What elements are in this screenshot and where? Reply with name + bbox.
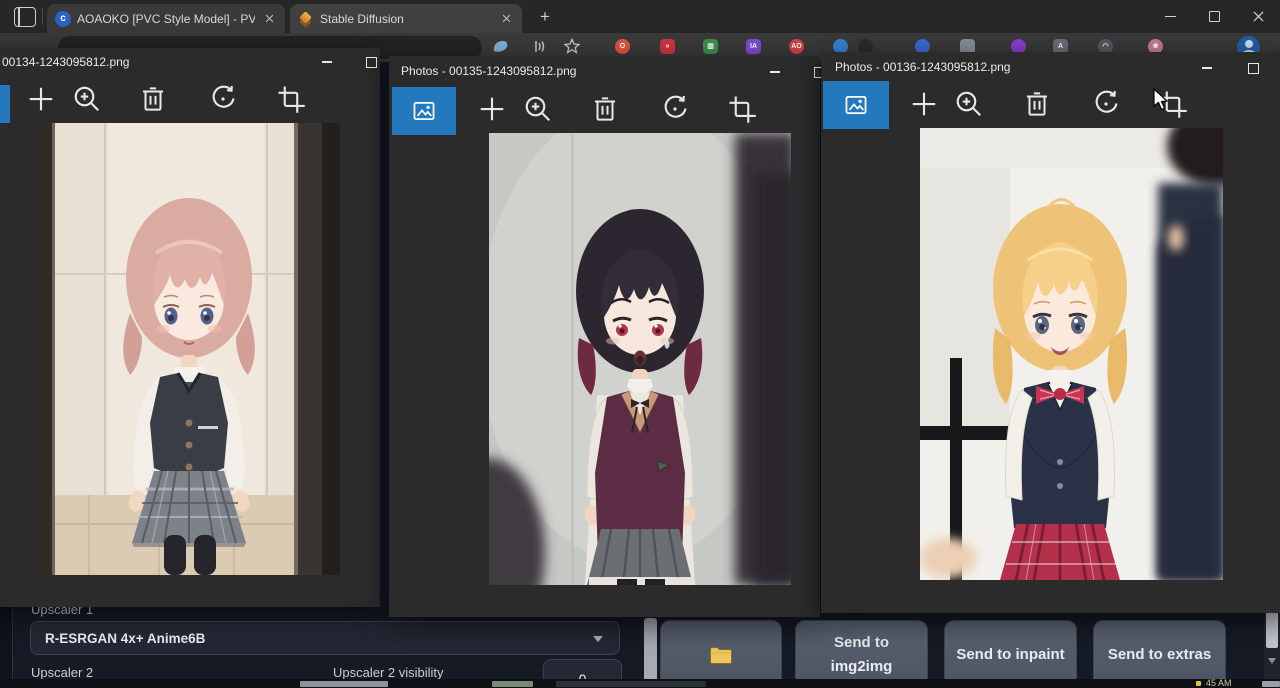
see-all-photos-button[interactable] [823, 81, 889, 129]
photos-gallery-icon [843, 92, 869, 118]
window-title: Photos - 00135-1243095812.png [401, 64, 576, 78]
upscaler2-label: Upscaler 2 [31, 665, 93, 680]
upscaler1-dropdown[interactable]: R-ESRGAN 4x+ Anime6B [30, 621, 620, 655]
delete-icon[interactable] [590, 94, 620, 124]
taskbar-notification-icon [1196, 681, 1201, 686]
tab-label: Stable Diffusion [320, 12, 492, 26]
photo-image-00135[interactable] [489, 133, 791, 585]
see-all-photos-button[interactable] [0, 85, 10, 123]
civitai-icon: c [55, 11, 71, 27]
photo-image-00136[interactable] [920, 128, 1223, 580]
taskbar-clock: 45 AM [1206, 678, 1232, 688]
screen: c AOAOKO [PVC Style Model] - PV Stable D… [0, 0, 1280, 688]
rotate-icon[interactable] [208, 84, 238, 114]
browser-close-button[interactable] [1236, 0, 1280, 33]
zoom-in-icon[interactable] [72, 84, 102, 114]
rotate-icon[interactable] [660, 94, 690, 124]
delete-icon[interactable] [1022, 89, 1052, 119]
browser-extension-icon[interactable]: IA [746, 39, 761, 54]
taskbar-app-block[interactable] [556, 681, 706, 687]
read-aloud-icon[interactable] [531, 39, 549, 54]
window-title: 00134-1243095812.png [2, 55, 129, 69]
zoom-in-icon[interactable] [954, 89, 984, 119]
photo-image-00134[interactable] [38, 123, 340, 575]
browser-tab-civitai[interactable]: c AOAOKO [PVC Style Model] - PV [47, 4, 285, 33]
browser-extension-icon[interactable]: » [660, 39, 675, 54]
tab-label: AOAOKO [PVC Style Model] - PV [77, 12, 255, 26]
crop-icon[interactable] [276, 84, 306, 114]
tab-close-icon[interactable] [261, 11, 277, 27]
tab-separator [42, 8, 43, 25]
taskbar-show-desktop[interactable] [1262, 681, 1280, 687]
delete-icon[interactable] [138, 84, 168, 114]
photos-window-00135: Photos - 00135-1243095812.png [389, 56, 820, 617]
browser-tab-bar: c AOAOKO [PVC Style Model] - PV Stable D… [0, 0, 1280, 33]
panel-scrollbar[interactable] [644, 618, 657, 688]
taskbar-app-block[interactable] [300, 681, 388, 687]
favorites-star-icon[interactable] [564, 38, 580, 54]
tab-actions-icon[interactable] [14, 7, 36, 27]
window-title: Photos - 00136-1243095812.png [835, 60, 1010, 74]
add-icon[interactable] [477, 94, 507, 124]
taskbar-app-block[interactable] [492, 681, 533, 687]
photos-gallery-icon [411, 98, 437, 124]
add-icon[interactable] [26, 84, 56, 114]
upscaler1-value: R-ESRGAN 4x+ Anime6B [45, 631, 205, 646]
browser-extension-icon[interactable]: O [615, 39, 630, 54]
see-all-photos-button[interactable] [392, 87, 456, 135]
new-tab-button[interactable]: + [533, 7, 557, 28]
browser-maximize-button[interactable] [1192, 0, 1236, 33]
folder-icon [709, 646, 733, 665]
maximize-button[interactable] [354, 50, 388, 74]
scroll-down-arrow-icon[interactable] [1268, 658, 1276, 664]
open-folder-button[interactable] [660, 620, 782, 688]
minimize-button[interactable] [1190, 56, 1224, 80]
browser-minimize-button[interactable] [1148, 0, 1192, 33]
dropdown-caret-icon [593, 636, 603, 642]
photos-window-00134: 00134-1243095812.png [0, 48, 380, 607]
mouse-cursor [1152, 88, 1170, 112]
browser-extension-icon[interactable]: AO [789, 39, 804, 54]
zoom-in-icon[interactable] [523, 94, 553, 124]
browser-extension-icon[interactable]: ▥ [703, 39, 718, 54]
rotate-icon[interactable] [1091, 89, 1121, 119]
upscaler2-visibility-label: Upscaler 2 visibility [333, 665, 444, 680]
photos-window-00136: Photos - 00136-1243095812.png [821, 52, 1280, 613]
add-icon[interactable] [909, 89, 939, 119]
maximize-button[interactable] [1236, 56, 1270, 80]
minimize-button[interactable] [310, 50, 344, 74]
send-to-inpaint-button[interactable]: Send to inpaint [944, 620, 1077, 688]
collections-icon[interactable] [492, 39, 509, 54]
crop-icon[interactable] [727, 94, 757, 124]
minimize-button[interactable] [758, 60, 792, 84]
send-to-img2img-button[interactable]: Send to img2img [795, 620, 928, 688]
taskbar[interactable]: 45 AM [0, 679, 1280, 688]
tab-close-icon[interactable] [498, 11, 514, 27]
window-title-bar[interactable]: Photos - 00135-1243095812.png [389, 56, 820, 86]
stable-diffusion-icon [298, 11, 314, 27]
browser-tab-stable-diffusion[interactable]: Stable Diffusion [290, 4, 522, 33]
